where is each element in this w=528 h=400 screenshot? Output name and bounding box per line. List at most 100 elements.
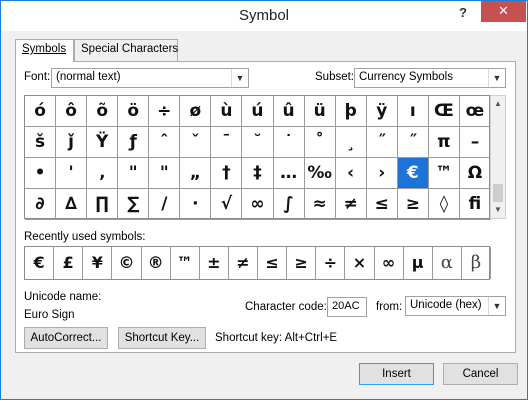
symbol-cell[interactable]: ˙ (273, 127, 305, 158)
insert-button[interactable]: Insert (359, 363, 434, 385)
symbol-cell[interactable]: „ (180, 158, 212, 189)
recent-symbol-cell[interactable]: ≠ (229, 247, 258, 279)
symbol-cell[interactable]: ‰ (304, 158, 336, 189)
symbol-cell[interactable]: ∏ (87, 189, 119, 220)
symbol-cell[interactable]: ‹ (335, 158, 367, 189)
recent-symbol-cell[interactable]: ∞ (375, 247, 404, 279)
symbol-cell[interactable]: ô (56, 96, 88, 127)
symbol-cell[interactable]: ™ (428, 158, 460, 189)
symbol-cell[interactable]: ˚ (304, 127, 336, 158)
scroll-thumb[interactable] (493, 184, 503, 202)
tab-symbols[interactable]: Symbols (15, 39, 74, 62)
symbol-cell[interactable]: • (25, 158, 57, 189)
character-code-input[interactable]: 20AC (327, 297, 367, 317)
dialog-title: Symbol (238, 7, 290, 24)
symbol-cell[interactable]: ‡ (242, 158, 274, 189)
symbol-cell[interactable]: û (273, 96, 305, 127)
recent-symbol-cell[interactable]: ≤ (258, 247, 288, 279)
autocorrect-button[interactable]: AutoCorrect... (24, 327, 108, 349)
symbol-cell[interactable]: ˇ (180, 127, 212, 158)
subset-label: Subset: (315, 71, 354, 83)
recent-symbol-cell[interactable]: € (25, 247, 55, 279)
symbol-cell[interactable]: Ÿ (87, 127, 119, 158)
font-select[interactable]: (normal text) ▼ (51, 68, 249, 88)
symbol-cell[interactable]: – (459, 127, 491, 158)
from-select[interactable]: Unicode (hex) ▼ (405, 296, 506, 316)
recent-symbol-cell[interactable]: © (112, 247, 142, 279)
recent-symbol-cell[interactable]: × (345, 247, 375, 279)
symbol-cell[interactable]: ÷ (149, 96, 181, 127)
recent-symbol-cell[interactable]: ™ (171, 247, 200, 279)
symbol-cell[interactable]: ü (304, 96, 336, 127)
symbol-cell[interactable]: ∂ (25, 189, 57, 220)
symbol-cell[interactable]: þ (335, 96, 367, 127)
symbol-cell[interactable]: ﬁ (459, 189, 491, 220)
symbol-cell[interactable]: " (149, 158, 181, 189)
scroll-down-icon[interactable]: ▼ (491, 202, 505, 218)
symbol-cell[interactable]: " (118, 158, 150, 189)
symbol-cell[interactable]: ≈ (304, 189, 336, 220)
symbol-cell[interactable]: Ω (459, 158, 491, 189)
symbol-cell[interactable]: ¸ (335, 127, 367, 158)
symbol-cell[interactable]: ∫ (273, 189, 305, 220)
font-label: Font: (24, 71, 51, 83)
symbol-cell[interactable]: ‚ (87, 158, 119, 189)
subset-select-value: Currency Symbols (359, 71, 453, 83)
symbol-cell[interactable]: ú (242, 96, 274, 127)
symbol-cell[interactable]: ø (180, 96, 212, 127)
symbol-cell[interactable]: õ (87, 96, 119, 127)
symbol-cell[interactable]: ˉ (211, 127, 243, 158)
from-select-value: Unicode (hex) (410, 299, 482, 311)
symbol-cell[interactable]: ˘ (242, 127, 274, 158)
symbol-cell[interactable]: ˆ (149, 127, 181, 158)
symbol-cell[interactable]: Œ (428, 96, 460, 127)
symbol-cell[interactable]: π (428, 127, 460, 158)
symbol-cell[interactable]: ≥ (397, 189, 429, 220)
subset-select[interactable]: Currency Symbols ▼ (354, 68, 506, 88)
recent-symbol-cell[interactable]: α (433, 247, 462, 279)
recent-symbol-cell[interactable]: ÷ (316, 247, 346, 279)
symbol-cell[interactable]: ∆ (56, 189, 88, 220)
symbol-cell[interactable]: ƒ (118, 127, 150, 158)
scroll-up-icon[interactable]: ▲ (491, 96, 505, 112)
symbol-cell[interactable]: … (273, 158, 305, 189)
symbol-cell[interactable]: ≠ (335, 189, 367, 220)
symbol-cell[interactable]: † (211, 158, 243, 189)
symbol-cell[interactable]: ö (118, 96, 150, 127)
recent-symbol-cell[interactable]: β (462, 247, 491, 279)
symbol-cell[interactable]: / (149, 189, 181, 220)
symbol-cell[interactable]: ' (56, 158, 88, 189)
grid-scrollbar[interactable]: ▲ ▼ (490, 95, 506, 219)
recent-symbol-cell[interactable]: ± (200, 247, 229, 279)
recent-symbol-cell[interactable]: ¥ (83, 247, 113, 279)
symbol-cell[interactable]: ı (397, 96, 429, 127)
recent-symbol-cell[interactable]: ≥ (287, 247, 317, 279)
symbol-cell[interactable]: š (25, 127, 57, 158)
symbol-cell[interactable]: √ (211, 189, 243, 220)
help-button[interactable]: ? (453, 5, 473, 23)
symbol-cell[interactable]: · (180, 189, 212, 220)
symbol-cell[interactable]: ∞ (242, 189, 274, 220)
recent-symbol-cell[interactable]: £ (54, 247, 84, 279)
recent-symbol-cell[interactable]: ® (142, 247, 171, 279)
symbol-cell[interactable]: ˝ (397, 127, 429, 158)
symbol-cell[interactable]: ˝ (366, 127, 398, 158)
chevron-down-icon: ▼ (488, 297, 505, 315)
symbol-cell[interactable]: › (366, 158, 398, 189)
shortcut-key-button[interactable]: Shortcut Key... (118, 327, 206, 349)
from-label: from: (376, 301, 403, 313)
tab-special-characters[interactable]: Special Characters (74, 39, 178, 61)
symbol-cell[interactable]: ù (211, 96, 243, 127)
symbol-cell[interactable]: ǰ (56, 127, 88, 158)
symbol-cell[interactable]: ∑ (118, 189, 150, 220)
shortcut-key-text: Shortcut key: Alt+Ctrl+E (215, 332, 338, 344)
symbol-cell[interactable]: € (397, 158, 429, 189)
symbol-cell[interactable]: ◊ (428, 189, 460, 220)
close-button[interactable]: ✕ (481, 1, 526, 22)
symbol-cell[interactable]: ó (25, 96, 57, 127)
cancel-button[interactable]: Cancel (443, 363, 518, 385)
recent-symbol-cell[interactable]: µ (404, 247, 433, 279)
symbol-cell[interactable]: ≤ (366, 189, 398, 220)
symbol-cell[interactable]: œ (459, 96, 491, 127)
symbol-cell[interactable]: ÿ (366, 96, 398, 127)
